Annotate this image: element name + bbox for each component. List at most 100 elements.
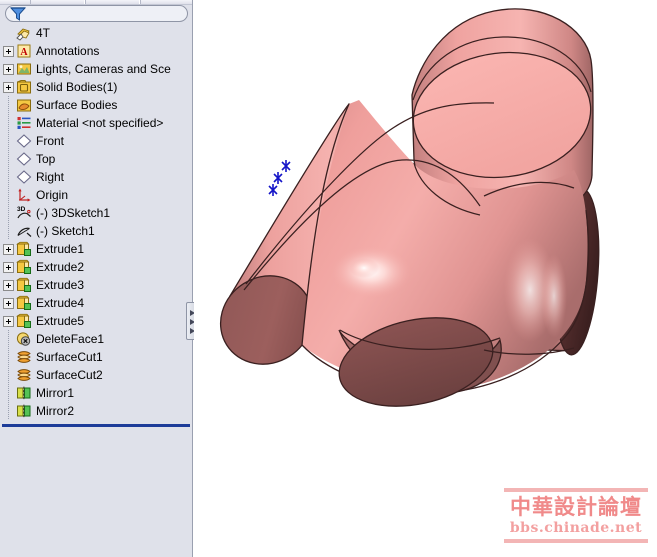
tree-item-label: Origin — [36, 188, 69, 202]
sketch-icon — [16, 223, 32, 239]
tree-row-origin[interactable]: Origin — [0, 186, 192, 204]
expander — [3, 28, 14, 39]
tree-row-lights-cameras-and-sce[interactable]: Lights, Cameras and Sce — [0, 60, 192, 78]
tree-row-right[interactable]: Right — [0, 168, 192, 186]
expand-toggle[interactable] — [3, 63, 14, 75]
cad-model-4t[interactable] — [194, 0, 657, 557]
tree-row-deleteface1[interactable]: DeleteFace1 — [0, 330, 192, 348]
tree-item-label: Extrude1 — [36, 242, 85, 256]
svg-text:A: A — [20, 47, 28, 58]
tree-connector — [3, 204, 14, 222]
expand-toggle[interactable] — [3, 45, 14, 57]
extrude-icon — [16, 241, 32, 257]
lights-cameras-icon — [16, 61, 32, 77]
tree-item-label: (-) Sketch1 — [36, 224, 95, 238]
mirror-icon — [16, 385, 32, 401]
expand-toggle[interactable] — [3, 261, 14, 273]
expand-toggle[interactable] — [3, 243, 14, 255]
expand-toggle[interactable] — [3, 297, 14, 309]
feature-tree[interactable]: 4T A Annotations Lights, Cameras and Sce So… — [0, 24, 192, 424]
tree-row-extrude5[interactable]: Extrude5 — [0, 312, 192, 330]
watermark: 中華設計論壇 bbs.chinade.net — [502, 488, 650, 546]
watermark-title: 中華設計論壇 — [510, 495, 642, 519]
extrude-icon — [16, 295, 32, 311]
solidworks-window: 4T A Annotations Lights, Cameras and Sce So… — [0, 0, 657, 557]
tree-item-label: SurfaceCut2 — [36, 368, 103, 382]
extrude-icon — [16, 277, 32, 293]
tree-connector — [3, 132, 14, 150]
tree-connector — [3, 186, 14, 204]
tree-item-label: Extrude4 — [36, 296, 85, 310]
feature-manager-panel: 4T A Annotations Lights, Cameras and Sce So… — [0, 0, 193, 557]
search-input[interactable] — [5, 5, 188, 22]
tree-connector — [3, 348, 14, 366]
mirror-icon — [16, 403, 32, 419]
expand-toggle[interactable] — [3, 315, 14, 327]
tree-row-surfacecut2[interactable]: SurfaceCut2 — [0, 366, 192, 384]
tree-row-extrude2[interactable]: Extrude2 — [0, 258, 192, 276]
tree-connector — [3, 96, 14, 114]
tree-row-top[interactable]: Top — [0, 150, 192, 168]
tree-item-label: DeleteFace1 — [36, 332, 105, 346]
tree-row-surfacecut1[interactable]: SurfaceCut1 — [0, 348, 192, 366]
plane-icon — [16, 169, 32, 185]
extrude-icon — [16, 259, 32, 275]
tree-item-label: Annotations — [36, 44, 100, 58]
origin-icon — [16, 187, 32, 203]
toolbar-segment — [140, 0, 192, 4]
toolbar-segment — [30, 0, 85, 4]
tree-item-label: Front — [36, 134, 65, 148]
tree-item-label: Surface Bodies — [36, 98, 118, 112]
tree-connector — [3, 150, 14, 168]
tree-connector — [3, 114, 14, 132]
tree-row-surface-bodies[interactable]: Surface Bodies — [0, 96, 192, 114]
tree-row-sketch1[interactable]: (-) Sketch1 — [0, 222, 192, 240]
tree-item-label: Top — [36, 152, 56, 166]
tree-connector — [3, 222, 14, 240]
plane-icon — [16, 133, 32, 149]
tree-row-extrude4[interactable]: Extrude4 — [0, 294, 192, 312]
tree-row-front[interactable]: Front — [0, 132, 192, 150]
tree-root-label: 4T — [36, 26, 51, 40]
tree-row-annotations[interactable]: A Annotations — [0, 42, 192, 60]
watermark-rule-bottom — [504, 539, 648, 543]
tree-item-label: (-) 3DSketch1 — [36, 206, 111, 220]
surface-cut-icon — [16, 349, 32, 365]
filter-bar — [5, 5, 188, 22]
tree-connector — [3, 384, 14, 402]
tree-row-root[interactable]: 4T — [0, 24, 192, 42]
solid-bodies-icon — [16, 79, 32, 95]
rollback-bar[interactable] — [2, 424, 190, 427]
tree-row-mirror1[interactable]: Mirror1 — [0, 384, 192, 402]
tree-row-extrude1[interactable]: Extrude1 — [0, 240, 192, 258]
material-icon — [16, 115, 32, 131]
tree-connector — [3, 402, 14, 420]
watermark-url: bbs.chinade.net — [509, 520, 643, 536]
3d-sketch-icon: 3D — [16, 205, 32, 221]
annotations-icon: A — [16, 43, 32, 59]
tree-row-solid-bodies-1[interactable]: Solid Bodies(1) — [0, 78, 192, 96]
surface-cut-icon — [16, 367, 32, 383]
delete-face-icon — [16, 331, 32, 347]
expand-toggle[interactable] — [3, 81, 14, 93]
tree-row-3dsketch1[interactable]: 3D (-) 3DSketch1 — [0, 204, 192, 222]
tree-row-mirror2[interactable]: Mirror2 — [0, 402, 192, 420]
tree-item-label: Mirror2 — [36, 404, 74, 418]
expand-toggle[interactable] — [3, 279, 14, 291]
tree-connector — [3, 168, 14, 186]
surface-bodies-icon — [16, 97, 32, 113]
tree-row-extrude3[interactable]: Extrude3 — [0, 276, 192, 294]
tree-item-label: Lights, Cameras and Sce — [36, 62, 171, 76]
origin-triad-marker[interactable] — [268, 160, 291, 196]
graphics-viewport[interactable] — [194, 0, 657, 557]
tree-connector — [3, 366, 14, 384]
watermark-rule-top — [504, 488, 648, 492]
tree-row-material-not-specified[interactable]: Material <not specified> — [0, 114, 192, 132]
tree-item-label: Extrude3 — [36, 278, 85, 292]
tree-item-label: Material <not specified> — [36, 116, 164, 130]
part-document-icon — [16, 25, 32, 41]
tree-item-label: Solid Bodies(1) — [36, 80, 118, 94]
tree-item-label: Extrude5 — [36, 314, 85, 328]
tree-connector — [3, 330, 14, 348]
tree-item-label: SurfaceCut1 — [36, 350, 103, 364]
